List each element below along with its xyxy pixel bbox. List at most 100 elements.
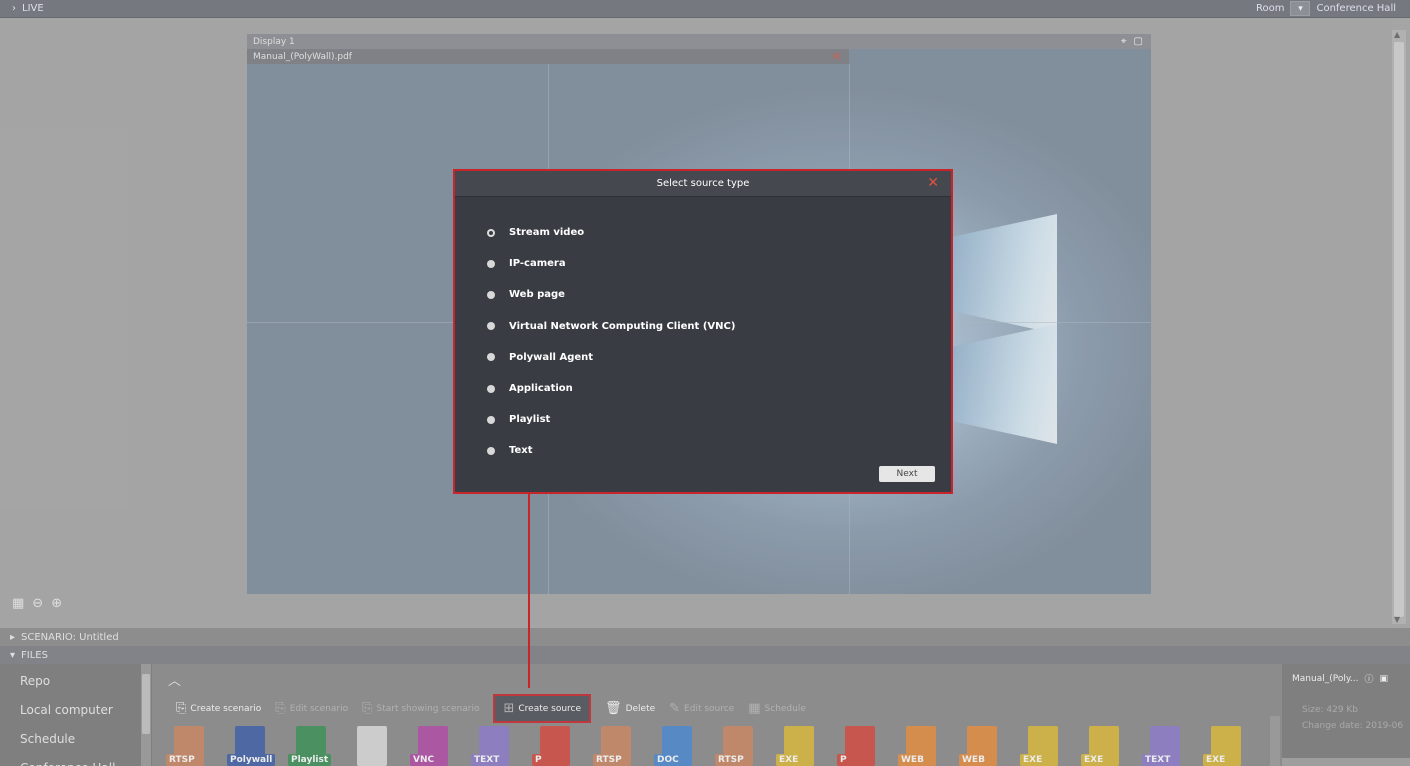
chevron-up-icon[interactable]: ︿: [168, 670, 181, 689]
source-type-option[interactable]: Text: [485, 435, 735, 466]
file-size: Size: 429 Kb: [1302, 705, 1359, 715]
source-type-option[interactable]: Virtual Network Computing Client (VNC): [485, 311, 735, 342]
file-thumbnail[interactable]: P: [835, 724, 885, 766]
file-thumbnail[interactable]: P: [530, 724, 580, 766]
zoom-out-icon[interactable]: ⊖: [32, 596, 43, 611]
file-type-label: EXE: [1081, 754, 1107, 766]
pointer-icon[interactable]: ⌖: [1121, 36, 1127, 47]
info-icon[interactable]: ⓘ: [1364, 672, 1373, 685]
file-thumbnail[interactable]: Playlist: [286, 724, 336, 766]
file-thumbnail[interactable]: EXE: [1018, 724, 1068, 766]
file-thumbnail[interactable]: TEXT: [1140, 724, 1190, 766]
file-type-label: WEB: [959, 754, 988, 766]
file-thumbnail[interactable]: WEB: [896, 724, 946, 766]
edit-scenario-icon: ⎘: [275, 701, 286, 716]
radio-button[interactable]: [487, 353, 495, 362]
file-thumbnail[interactable]: [347, 724, 397, 766]
delete-button[interactable]: 🗑 Delete: [605, 701, 655, 716]
dialog-header: Select source type ✕: [455, 171, 951, 197]
source-file-name: Manual_(PolyWall).pdf: [253, 51, 352, 62]
create-source-button[interactable]: ⊞ Create source: [493, 694, 592, 723]
image-icon[interactable]: ▣: [1379, 674, 1388, 684]
source-type-option[interactable]: Polywall Agent: [485, 342, 735, 373]
live-label: LIVE: [22, 3, 44, 14]
room-dropdown-button[interactable]: ▾: [1290, 1, 1311, 16]
radio-button[interactable]: [487, 384, 495, 393]
workspace-vertical-scrollbar[interactable]: ▲ ▼: [1392, 30, 1406, 624]
scrollbar-thumb[interactable]: [142, 674, 150, 734]
option-label: IP-camera: [509, 258, 566, 270]
edit-scenario-button[interactable]: ⎘ Edit scenario: [275, 701, 348, 716]
source-type-option[interactable]: Stream video: [485, 217, 735, 248]
start-showing-scenario-button[interactable]: ⎘ Start showing scenario: [362, 701, 479, 716]
file-thumbnail[interactable]: WEB: [957, 724, 1007, 766]
nav-item-repo[interactable]: Repo: [0, 668, 152, 693]
file-thumbnail[interactable]: RTSP: [164, 724, 214, 766]
live-toggle[interactable]: › LIVE: [0, 3, 44, 14]
file-type-label: P: [532, 754, 545, 766]
option-label: Virtual Network Computing Client (VNC): [509, 320, 736, 332]
option-label: Web page: [509, 289, 565, 301]
file-type-label: Polywall: [227, 754, 276, 766]
nav-item-local-computer[interactable]: Local computer: [0, 697, 152, 722]
dialog-title: Select source type: [656, 178, 750, 189]
chevron-down-icon: ▾: [1298, 3, 1303, 14]
chevron-right-icon: ›: [12, 3, 16, 14]
triangle-right-icon: ▸: [10, 631, 16, 643]
file-thumbnail[interactable]: EXE: [1201, 724, 1251, 766]
create-scenario-icon: ⎘: [176, 701, 187, 716]
room-label: Room: [1255, 3, 1285, 14]
file-thumbnail[interactable]: EXE: [1079, 724, 1129, 766]
source-type-option[interactable]: Playlist: [485, 404, 735, 435]
source-type-options: Stream video IP-camera Web page Virtual Net…: [485, 217, 735, 467]
bottom-panel: Repo Local computer Schedule Conference …: [0, 664, 1410, 766]
close-icon[interactable]: ✕: [832, 50, 849, 63]
next-button[interactable]: Next: [879, 466, 935, 482]
radio-button[interactable]: [487, 446, 495, 455]
display-title: Display 1: [253, 36, 295, 47]
files-label: FILES: [21, 649, 48, 661]
source-type-option[interactable]: IP-camera: [485, 248, 735, 279]
fullscreen-icon[interactable]: ▢: [1134, 36, 1143, 47]
zoom-in-icon[interactable]: ⊕: [51, 596, 62, 611]
file-thumbnail[interactable]: VNC: [408, 724, 458, 766]
edit-source-button[interactable]: ✎ Edit source: [669, 701, 734, 716]
file-type-icon: [357, 726, 387, 766]
nav-scrollbar[interactable]: [141, 664, 151, 766]
option-label: Text: [509, 445, 533, 457]
close-icon[interactable]: ✕: [927, 175, 939, 191]
triangle-down-icon: ▾: [10, 649, 16, 661]
file-thumbnail[interactable]: RTSP: [713, 724, 763, 766]
radio-button[interactable]: [487, 322, 495, 331]
file-thumbnail[interactable]: Polywall: [225, 724, 276, 766]
grid-layout-icon[interactable]: ▦: [12, 596, 24, 611]
info-horizontal-scrollbar[interactable]: [1282, 758, 1410, 766]
create-scenario-button[interactable]: ⎘ Create scenario: [176, 701, 261, 716]
scroll-up-icon[interactable]: ▲: [1394, 30, 1400, 39]
file-type-label: P: [837, 754, 850, 766]
radio-button[interactable]: [487, 259, 495, 268]
radio-button[interactable]: [487, 228, 495, 237]
nav-item-conference-hall[interactable]: Conference Hall: [0, 755, 152, 766]
file-thumbnail[interactable]: RTSP: [591, 724, 641, 766]
files-section-header[interactable]: ▾ FILES: [0, 646, 1410, 664]
scroll-down-icon[interactable]: ▼: [1394, 615, 1400, 624]
room-value[interactable]: Conference Hall: [1316, 3, 1396, 14]
source-type-option[interactable]: Web page: [485, 279, 735, 310]
source-type-option[interactable]: Application: [485, 373, 735, 404]
scrollbar-thumb[interactable]: [1394, 42, 1404, 617]
add-file-icon: ⊞: [503, 701, 515, 716]
file-thumbnail[interactable]: DOC: [652, 724, 702, 766]
file-thumbnail[interactable]: TEXT: [469, 724, 519, 766]
file-type-label: TEXT: [471, 754, 503, 766]
file-thumbnail[interactable]: EXE: [774, 724, 824, 766]
radio-button[interactable]: [487, 290, 495, 299]
pencil-icon: ✎: [669, 701, 681, 716]
thumbnail-scrollbar[interactable]: [1270, 716, 1280, 766]
option-label: Polywall Agent: [509, 351, 594, 363]
nav-item-schedule[interactable]: Schedule: [0, 726, 152, 751]
scenario-section-header[interactable]: ▸ SCENARIO: Untitled: [0, 628, 1410, 646]
schedule-button[interactable]: ▦ Schedule: [748, 701, 806, 716]
radio-button[interactable]: [487, 415, 495, 424]
source-window-header: Manual_(PolyWall).pdf ✕: [247, 49, 849, 64]
